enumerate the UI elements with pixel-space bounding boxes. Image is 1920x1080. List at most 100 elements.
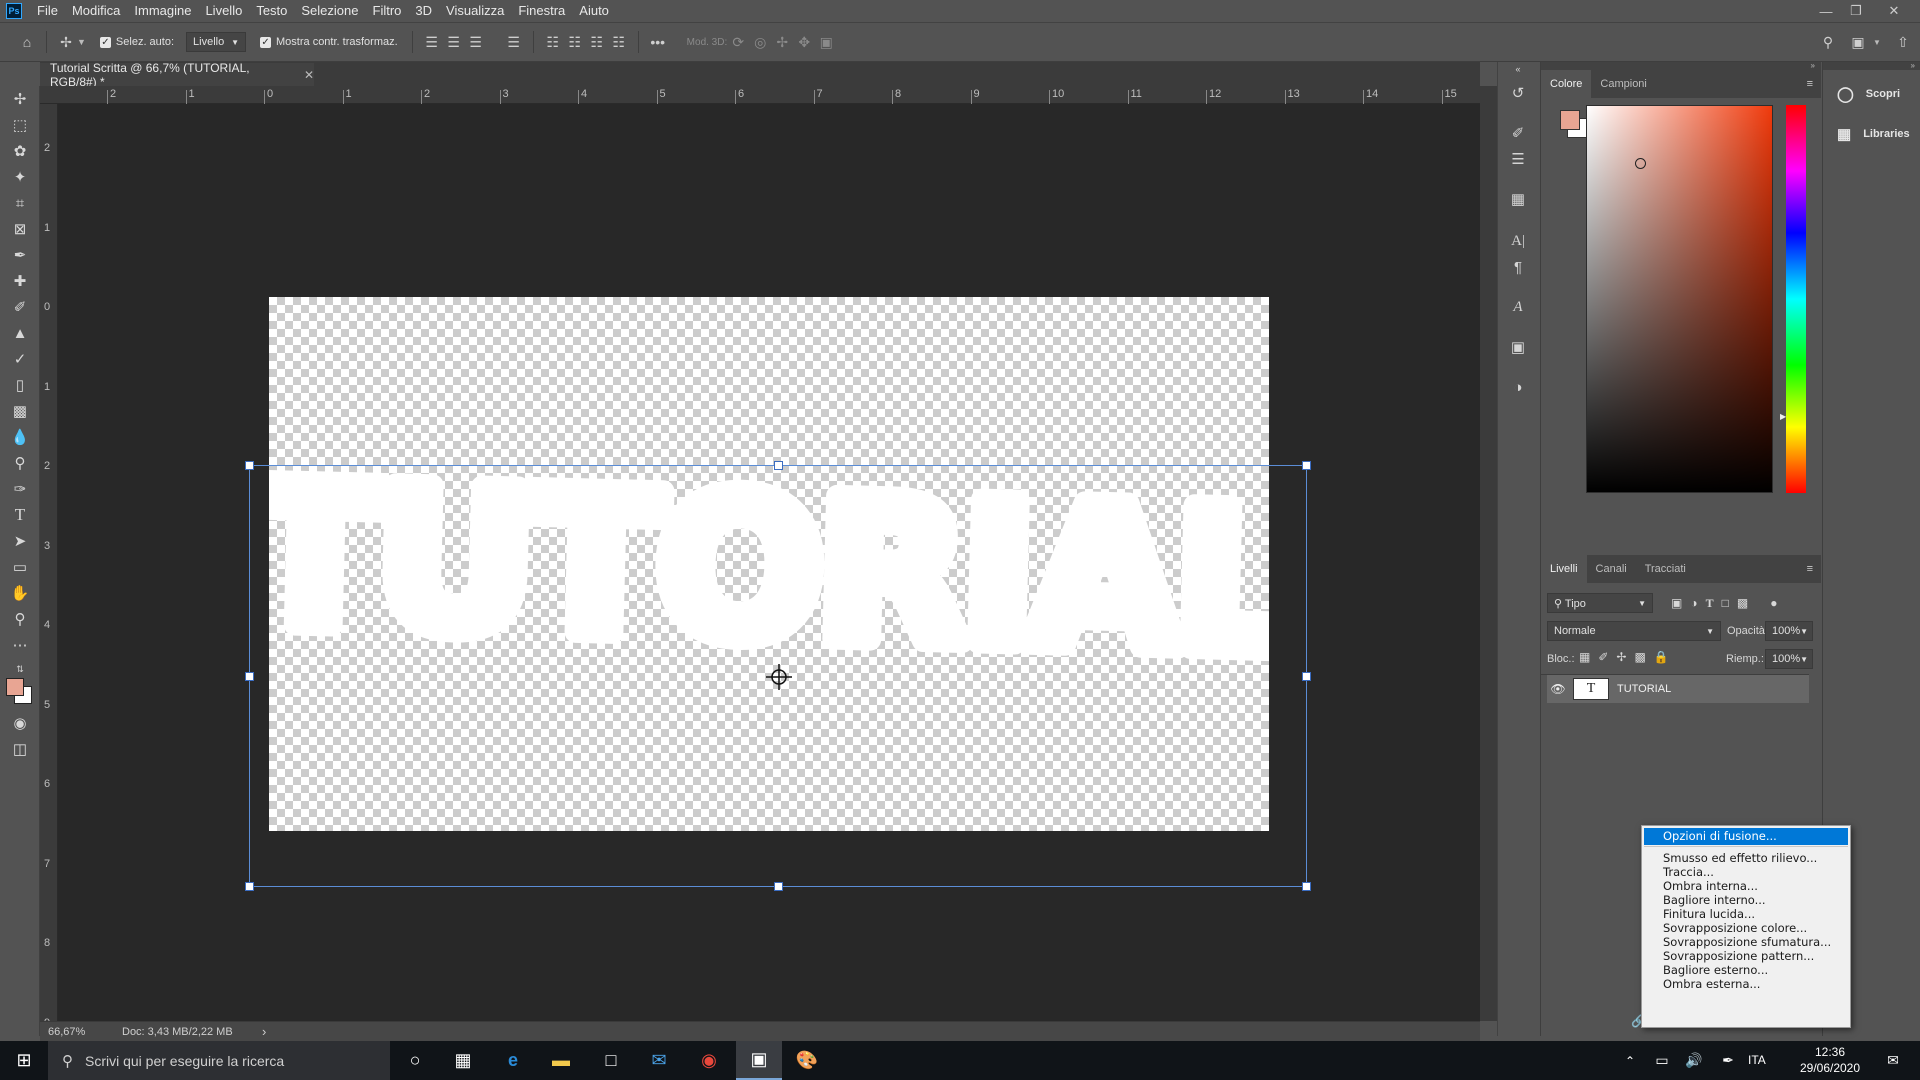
- align-bottom-icon[interactable]: ☷: [586, 31, 608, 53]
- lock-all-icon[interactable]: 🔒: [1654, 650, 1669, 664]
- rectangle-tool-icon[interactable]: ▭: [8, 556, 32, 578]
- orbit-3d-icon[interactable]: ⟳: [727, 31, 749, 53]
- brush-tool-icon[interactable]: ✐: [8, 296, 32, 318]
- tab-canali[interactable]: Canali: [1587, 555, 1636, 583]
- menu-finestra[interactable]: Finestra: [511, 0, 572, 22]
- eraser-tool-icon[interactable]: ▯: [8, 374, 32, 396]
- chevron-right-icon[interactable]: ›: [262, 1024, 266, 1039]
- crop-tool-icon[interactable]: ⌗: [8, 192, 32, 214]
- cortana-icon[interactable]: ○: [392, 1041, 438, 1080]
- filter-toggle-icon[interactable]: ●: [1770, 596, 1777, 610]
- menu-filtro[interactable]: Filtro: [366, 0, 409, 22]
- color-picker-cursor[interactable]: [1635, 158, 1646, 169]
- network-icon[interactable]: ▭: [1648, 1041, 1676, 1080]
- quick-mask-icon[interactable]: ◉: [8, 712, 32, 734]
- gradient-tool-icon[interactable]: ▩: [8, 400, 32, 422]
- collapse-icon[interactable]: «: [1507, 62, 1529, 76]
- auto-select-checkbox[interactable]: ✓ Selez. auto:: [99, 36, 174, 48]
- type-tool-icon[interactable]: T: [8, 504, 32, 526]
- zoom-level[interactable]: 66,67%: [48, 1026, 108, 1038]
- hue-slider-marker-icon[interactable]: ▶: [1780, 412, 1786, 421]
- clone-stamp-tool-icon[interactable]: ▲: [8, 322, 32, 344]
- blur-tool-icon[interactable]: 💧: [8, 426, 32, 448]
- tab-colore[interactable]: Colore: [1541, 70, 1592, 98]
- workspace-icon[interactable]: ▣: [1847, 31, 1869, 53]
- menu-selezione[interactable]: Selezione: [294, 0, 365, 22]
- eyedropper-tool-icon[interactable]: ✒: [8, 244, 32, 266]
- history-brush-tool-icon[interactable]: ✓: [8, 348, 32, 370]
- foreground-color-swatch[interactable]: [6, 678, 24, 696]
- align-center-icon[interactable]: ☰: [443, 31, 465, 53]
- scale-3d-icon[interactable]: ▣: [815, 31, 837, 53]
- layer-name[interactable]: TUTORIAL: [1617, 683, 1671, 695]
- share-icon[interactable]: ⇧: [1892, 31, 1914, 53]
- paint-icon[interactable]: 🎨: [784, 1041, 830, 1080]
- menu-3d[interactable]: 3D: [408, 0, 439, 22]
- document-tab[interactable]: Tutorial Scritta @ 66,7% (TUTORIAL, RGB/…: [40, 61, 314, 89]
- volume-icon[interactable]: 🔊: [1680, 1041, 1708, 1080]
- taskbar-search-box[interactable]: ⚲ Scrivi qui per eseguire la ricerca: [48, 1041, 390, 1080]
- marquee-tool-icon[interactable]: ⬚: [8, 114, 32, 136]
- chrome-icon[interactable]: ◉: [686, 1041, 732, 1080]
- filter-pixel-icon[interactable]: ▣: [1671, 596, 1682, 610]
- transform-handle-top-left[interactable]: [245, 461, 254, 470]
- minimize-icon[interactable]: —: [1812, 0, 1840, 22]
- filter-adjustment-icon[interactable]: ◑: [1690, 596, 1697, 610]
- mail-icon[interactable]: ✉: [636, 1041, 682, 1080]
- pen-tool-icon[interactable]: ✑: [8, 478, 32, 500]
- lock-pixels-icon[interactable]: ✐: [1598, 650, 1608, 664]
- adjustments-icon[interactable]: ☰: [1507, 148, 1529, 170]
- blend-mode-dropdown[interactable]: Normale ▼: [1547, 621, 1721, 641]
- collapse-panels-icon[interactable]: »: [1541, 62, 1821, 70]
- filter-type-icon[interactable]: T: [1706, 596, 1714, 611]
- transform-handle-right[interactable]: [1302, 672, 1311, 681]
- align-middle-icon[interactable]: ☷: [564, 31, 586, 53]
- close-tab-icon[interactable]: ✕: [304, 68, 314, 82]
- filter-shape-icon[interactable]: □: [1722, 596, 1729, 610]
- brush-settings-icon[interactable]: ✐: [1507, 122, 1529, 144]
- edge-icon[interactable]: e: [490, 1041, 536, 1080]
- magic-wand-tool-icon[interactable]: ✦: [8, 166, 32, 188]
- clock[interactable]: 12:36 29/06/2020: [1780, 1044, 1880, 1076]
- color-panel-fg-swatch[interactable]: [1560, 110, 1580, 130]
- glyphs-panel-icon[interactable]: A: [1507, 296, 1529, 318]
- zoom-tool-icon[interactable]: ⚲: [8, 608, 32, 630]
- file-explorer-icon[interactable]: ▬: [538, 1041, 584, 1080]
- chevron-down-icon[interactable]: ▼: [77, 37, 86, 47]
- more-tools-icon[interactable]: ⋯: [8, 634, 32, 656]
- transform-handle-bottom-right[interactable]: [1302, 882, 1311, 891]
- close-icon[interactable]: ✕: [1874, 0, 1914, 22]
- menu-immagine[interactable]: Immagine: [127, 0, 198, 22]
- align-top-icon[interactable]: ☷: [542, 31, 564, 53]
- collapse-icon[interactable]: »: [1823, 62, 1920, 70]
- fill-input[interactable]: 100% ▼: [1765, 649, 1813, 669]
- move-tool-icon[interactable]: ✢: [55, 31, 77, 53]
- character-panel-icon[interactable]: A|: [1507, 230, 1529, 252]
- roll-3d-icon[interactable]: ◎: [749, 31, 771, 53]
- dodge-tool-icon[interactable]: ⚲: [8, 452, 32, 474]
- libraries-3d-icon[interactable]: ▣: [1507, 336, 1529, 358]
- menu-testo[interactable]: Testo: [249, 0, 294, 22]
- menu-aiuto[interactable]: Aiuto: [572, 0, 616, 22]
- tab-tracciati[interactable]: Tracciati: [1636, 555, 1695, 583]
- tab-campioni[interactable]: Campioni: [1591, 70, 1655, 98]
- menu-livello[interactable]: Livello: [198, 0, 249, 22]
- libraries-button[interactable]: ▦ Libraries: [1823, 118, 1920, 150]
- transform-handle-top[interactable]: [774, 461, 783, 470]
- visibility-eye-icon[interactable]: 👁: [1547, 682, 1569, 696]
- more-options-icon[interactable]: •••: [647, 31, 669, 53]
- chevron-down-icon[interactable]: ▼: [1873, 38, 1881, 47]
- menu-file[interactable]: File: [30, 0, 65, 22]
- menu-modifica[interactable]: Modifica: [65, 0, 127, 22]
- hue-slider[interactable]: [1786, 105, 1806, 493]
- discover-button[interactable]: ◯ Scopri: [1823, 78, 1920, 110]
- properties-icon[interactable]: ▦: [1507, 188, 1529, 210]
- frame-tool-icon[interactable]: ⊠: [8, 218, 32, 240]
- home-icon[interactable]: ⌂: [16, 31, 38, 53]
- swap-colors-icon[interactable]: ⇅: [8, 658, 32, 680]
- paragraph-panel-icon[interactable]: ¶: [1507, 256, 1529, 278]
- tab-livelli[interactable]: Livelli: [1541, 555, 1587, 583]
- panel-menu-icon[interactable]: ≡: [1807, 563, 1813, 575]
- history-panel-icon[interactable]: ↺: [1507, 82, 1529, 104]
- search-icon[interactable]: ⚲: [1817, 31, 1839, 53]
